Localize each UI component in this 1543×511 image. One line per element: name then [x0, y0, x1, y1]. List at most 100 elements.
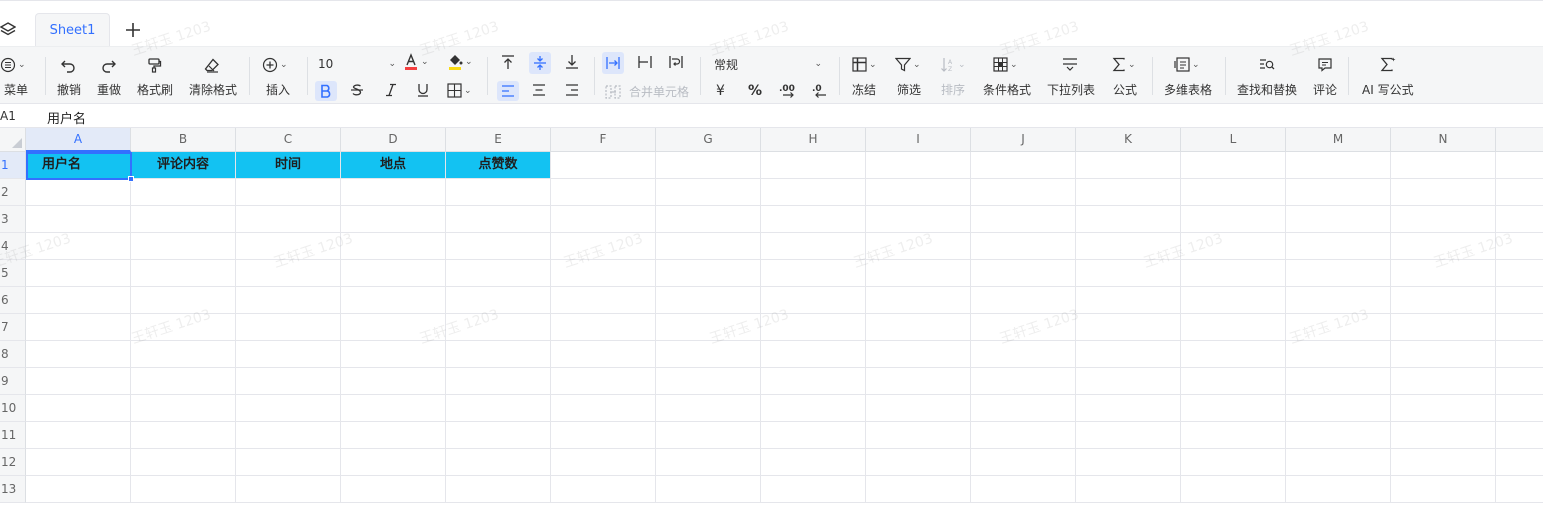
border-button[interactable]: ⌄ — [447, 83, 472, 98]
row-header-3[interactable]: 3 — [0, 206, 26, 233]
cell[interactable] — [551, 260, 656, 287]
cell[interactable] — [1181, 260, 1286, 287]
cell[interactable] — [1286, 179, 1391, 206]
cell[interactable] — [971, 395, 1076, 422]
cell[interactable] — [551, 314, 656, 341]
cell[interactable] — [131, 287, 236, 314]
column-header-a[interactable]: A — [26, 128, 131, 152]
cell[interactable] — [866, 314, 971, 341]
cell[interactable] — [1076, 341, 1181, 368]
cell[interactable] — [1181, 152, 1286, 179]
cell[interactable] — [131, 341, 236, 368]
cell[interactable] — [656, 206, 761, 233]
cell[interactable] — [656, 368, 761, 395]
cell[interactable] — [236, 206, 341, 233]
cell[interactable] — [971, 152, 1076, 179]
row-header-7[interactable]: 7 — [0, 314, 26, 341]
cell[interactable] — [1181, 476, 1286, 503]
cell[interactable] — [1391, 260, 1496, 287]
header-cell[interactable]: 评论内容 — [131, 152, 236, 179]
cell[interactable] — [1076, 422, 1181, 449]
cell[interactable] — [236, 476, 341, 503]
cell[interactable] — [131, 368, 236, 395]
cell[interactable] — [866, 260, 971, 287]
cell[interactable] — [1391, 341, 1496, 368]
cell[interactable] — [551, 395, 656, 422]
column-header-d[interactable]: D — [341, 128, 446, 152]
cell[interactable] — [761, 260, 866, 287]
cell[interactable] — [1181, 395, 1286, 422]
cell[interactable] — [971, 341, 1076, 368]
cell[interactable] — [446, 395, 551, 422]
column-header-n[interactable]: N — [1391, 128, 1496, 152]
cell[interactable] — [656, 152, 761, 179]
cell[interactable] — [656, 449, 761, 476]
cell[interactable] — [866, 179, 971, 206]
cell[interactable] — [761, 395, 866, 422]
cell[interactable] — [1181, 179, 1286, 206]
merge-cells-button[interactable]: 合并单元格 — [605, 83, 689, 100]
align-right-button[interactable] — [565, 83, 579, 97]
column-header-h[interactable]: H — [761, 128, 866, 152]
cell[interactable] — [341, 476, 446, 503]
row-header-9[interactable]: 9 — [0, 368, 26, 395]
cell[interactable] — [1496, 341, 1543, 368]
column-header-b[interactable]: B — [131, 128, 236, 152]
row-header-13[interactable]: 13 — [0, 476, 26, 503]
cell[interactable] — [26, 206, 131, 233]
cell[interactable] — [131, 449, 236, 476]
cell[interactable] — [1391, 179, 1496, 206]
cell[interactable] — [446, 449, 551, 476]
formula-button[interactable]: ⌄ — [1112, 57, 1136, 72]
column-header-l[interactable]: L — [1181, 128, 1286, 152]
cell[interactable] — [131, 422, 236, 449]
decrease-decimal-button[interactable]: .0 — [812, 82, 828, 98]
cell[interactable] — [1391, 233, 1496, 260]
cell[interactable] — [551, 368, 656, 395]
cell[interactable] — [971, 368, 1076, 395]
cell[interactable] — [1496, 260, 1543, 287]
column-header-g[interactable]: G — [656, 128, 761, 152]
cell[interactable] — [1181, 287, 1286, 314]
sort-button[interactable]: A Z ⌄ — [940, 57, 966, 72]
row-header-4[interactable]: 4 — [0, 233, 26, 260]
cell[interactable] — [866, 341, 971, 368]
cell[interactable] — [1286, 152, 1391, 179]
currency-button[interactable]: ¥ — [716, 83, 725, 99]
insert-button[interactable]: ⌄ — [262, 57, 288, 73]
cell[interactable] — [971, 422, 1076, 449]
cell[interactable] — [236, 449, 341, 476]
strikethrough-button[interactable] — [350, 83, 364, 97]
cell[interactable] — [131, 314, 236, 341]
cell[interactable] — [971, 314, 1076, 341]
cell[interactable] — [656, 395, 761, 422]
cell[interactable] — [1076, 152, 1181, 179]
cell[interactable] — [971, 260, 1076, 287]
add-sheet-icon[interactable] — [124, 21, 142, 39]
cell[interactable] — [236, 260, 341, 287]
cell[interactable] — [551, 233, 656, 260]
cell[interactable] — [1391, 476, 1496, 503]
cell[interactable] — [341, 422, 446, 449]
truncate-button[interactable] — [637, 54, 653, 70]
cell[interactable] — [1076, 179, 1181, 206]
cell[interactable] — [446, 179, 551, 206]
cell[interactable] — [971, 179, 1076, 206]
cell[interactable] — [866, 368, 971, 395]
cell[interactable] — [236, 314, 341, 341]
cell[interactable] — [1076, 314, 1181, 341]
cell[interactable] — [551, 422, 656, 449]
align-left-button[interactable] — [497, 81, 519, 101]
cell[interactable] — [551, 476, 656, 503]
cell[interactable] — [1391, 206, 1496, 233]
cell[interactable] — [1181, 341, 1286, 368]
cell[interactable] — [341, 368, 446, 395]
cell[interactable] — [866, 449, 971, 476]
cell[interactable] — [236, 422, 341, 449]
layers-icon[interactable] — [0, 21, 17, 39]
increase-decimal-button[interactable]: .00 — [779, 82, 797, 98]
cell[interactable] — [131, 233, 236, 260]
cell[interactable] — [26, 422, 131, 449]
cell[interactable] — [761, 206, 866, 233]
row-header-8[interactable]: 8 — [0, 341, 26, 368]
